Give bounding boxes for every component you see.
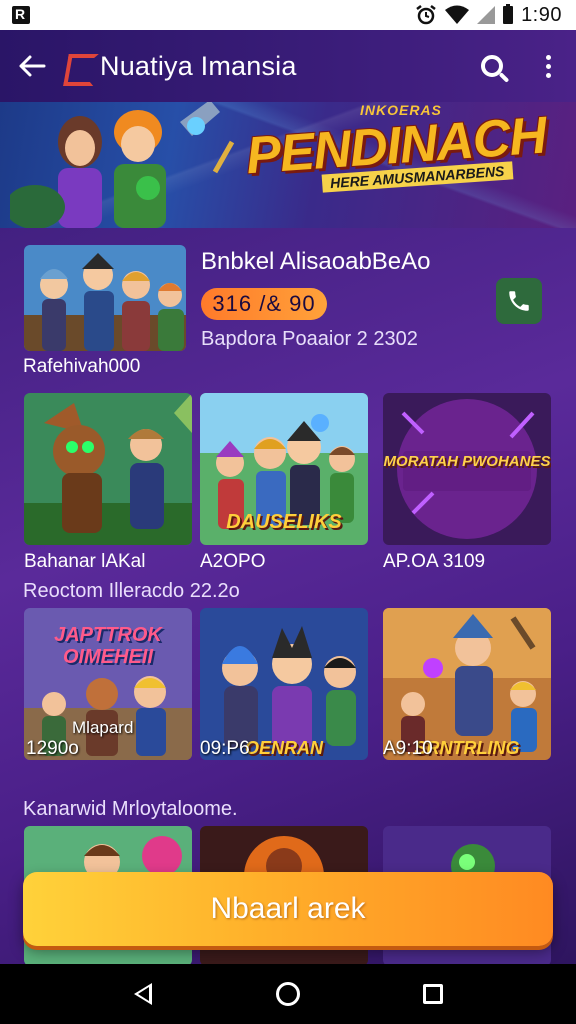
thumbnail-title: JAPTTROK OIMEHEII: [54, 624, 162, 668]
game-card[interactable]: SRNTRLING A9:10: [383, 608, 551, 760]
game-card[interactable]: Bahanar lAKal: [24, 393, 192, 573]
primary-action-label: Nbaarl arek: [210, 892, 366, 925]
back-button[interactable]: [0, 30, 64, 102]
game-thumbnail[interactable]: JAPTTROK OIMEHEII Mlapard 1290o: [24, 608, 192, 760]
featured-thumbnail[interactable]: [24, 245, 186, 351]
wifi-icon: [445, 5, 470, 24]
nav-home-button[interactable]: [258, 964, 318, 1024]
hero-characters-image: [10, 102, 235, 228]
more-vert-icon: [545, 54, 551, 78]
battery-icon: [503, 4, 514, 24]
game-card[interactable]: JAPTTROK OIMEHEII Mlapard 1290o: [24, 608, 192, 760]
thumbnail-overlay-label: Mlapard: [72, 718, 134, 737]
game-card-label: Bahanar lAKal: [24, 551, 146, 572]
game-thumbnail[interactable]: DAUSELIKS: [200, 393, 368, 545]
system-nav-bar: [0, 964, 576, 1024]
app-bar: Nuatiya Imansia: [0, 30, 576, 102]
nav-back-icon: [133, 983, 152, 1005]
signal-icon: [477, 6, 496, 24]
featured-item[interactable]: Bnbkel AlisaoabBeAo 316 /& 90 Bapdora Po…: [0, 242, 576, 382]
game-card-label: A9:10: [383, 738, 433, 759]
featured-caption: Rafehivah000: [23, 356, 141, 377]
nav-back-button[interactable]: [113, 964, 173, 1024]
game-card-label: AP.OA 3109: [383, 551, 486, 572]
game-card[interactable]: DAUSELIKS A2OPO: [200, 393, 368, 573]
phone-icon: [509, 291, 529, 311]
app-title: Nuatiya Imansia: [100, 50, 297, 81]
game-thumbnail[interactable]: [24, 393, 192, 545]
hero-banner[interactable]: INKOERAS PENDINACH HERE AMUSMANARBENS: [0, 102, 576, 228]
game-card-label: 09:P6: [200, 738, 250, 759]
featured-meta: Bapdora Poaaior 2 2302: [201, 328, 418, 350]
search-button[interactable]: [464, 30, 520, 102]
r-app-icon: [12, 6, 30, 24]
thumbnail-title: DAUSELIKS: [226, 511, 342, 533]
more-options-button[interactable]: [520, 30, 576, 102]
section-caption: Kanarwid Mrloytaloome.: [23, 798, 238, 820]
nav-recents-icon: [423, 984, 444, 1004]
featured-title: Bnbkel AlisaoabBeAo: [201, 248, 431, 275]
primary-action-button[interactable]: Nbaarl arek: [23, 872, 553, 946]
brand-logo-icon: [64, 50, 96, 82]
status-bar: 1:90: [0, 0, 576, 30]
section-caption: Reoctom Illeracdo 22.2o: [23, 580, 240, 602]
nav-home-icon: [275, 982, 300, 1006]
nav-recents-button[interactable]: [403, 964, 463, 1024]
thumbnail-title: MORATAH PWOHANES: [383, 453, 551, 470]
main-content: INKOERAS PENDINACH HERE AMUSMANARBENS Bn…: [0, 102, 576, 964]
arrow-left-icon: [19, 55, 46, 77]
game-card-label: A2OPO: [200, 551, 266, 572]
phone-button[interactable]: [496, 278, 542, 324]
game-card[interactable]: OENRAN 09:P6: [200, 608, 368, 760]
status-time: 1:90: [521, 3, 562, 26]
game-thumbnail[interactable]: MORATAH PWOHANES: [383, 393, 551, 545]
featured-price-badge[interactable]: 316 /& 90: [201, 288, 327, 320]
game-card[interactable]: MORATAH PWOHANES AP.OA 3109: [383, 393, 551, 573]
search-icon: [481, 55, 503, 77]
thumbnail-overlay-time: 1290o: [26, 738, 79, 759]
alarm-icon: [416, 5, 436, 25]
